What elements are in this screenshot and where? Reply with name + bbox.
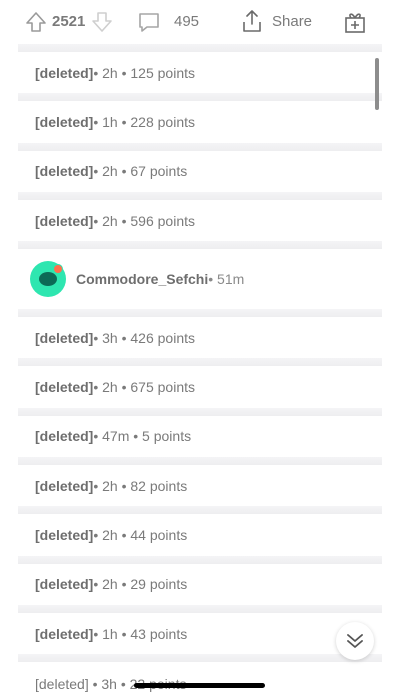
upvote-icon[interactable]	[24, 10, 48, 34]
comment-meta: • 2h • 675 points	[93, 379, 195, 396]
comment-separator	[18, 506, 382, 515]
comment-separator	[18, 93, 382, 102]
double-chevron-down-icon	[347, 634, 363, 648]
comment-meta: • 51m	[208, 271, 245, 288]
speech-bubble-icon[interactable]	[137, 10, 161, 34]
snoo-head-icon	[39, 272, 57, 287]
comment-author[interactable]: [deleted]	[35, 626, 93, 642]
comment-meta: • 2h • 125 points	[93, 64, 195, 81]
comment-separator	[18, 309, 382, 318]
comment-author[interactable]: [deleted]	[35, 379, 93, 395]
comment-header[interactable]: [deleted] • 2h • 596 points	[18, 200, 382, 241]
comment-header[interactable]: [deleted] • 2h • 67 points	[18, 151, 382, 192]
comment-separator	[18, 407, 382, 416]
share-icon[interactable]	[240, 8, 264, 34]
scrollbar[interactable]	[375, 58, 379, 110]
comment-list: [deleted] • 2h • 125 points [deleted] • …	[18, 44, 382, 663]
comment-header[interactable]: [deleted] • 1h • 228 points	[18, 101, 382, 142]
comment-meta: • 1h • 228 points	[93, 113, 195, 130]
home-indicator	[134, 683, 265, 688]
comment-count[interactable]: 495	[174, 13, 199, 30]
comment-header[interactable]: [deleted] • 2h • 29 points	[18, 564, 382, 605]
comment-header[interactable]: [deleted] • 2h • 44 points	[18, 514, 382, 555]
comment-meta: • 47m • 5 points	[93, 428, 192, 445]
post-score: 2521	[52, 13, 86, 30]
comment-meta: • 2h • 44 points	[93, 527, 188, 544]
next-comment-button[interactable]	[336, 622, 374, 660]
comment-separator	[18, 604, 382, 613]
comment-author[interactable]: [deleted]	[35, 428, 93, 444]
comment-author[interactable]: [deleted]	[35, 330, 93, 346]
comment-author[interactable]: [deleted]	[35, 65, 93, 81]
comment-header[interactable]: [deleted] • 2h • 125 points	[18, 52, 382, 93]
comment-meta: • 2h • 596 points	[93, 212, 195, 229]
comment-separator	[18, 191, 382, 200]
comment-header[interactable]: [deleted] • 2h • 82 points	[18, 465, 382, 506]
comment-separator	[18, 654, 382, 663]
comment-separator	[18, 358, 382, 367]
downvote-icon[interactable]	[90, 10, 114, 34]
comment-author[interactable]: [deleted]	[35, 478, 93, 494]
comment-author[interactable]: Commodore_Sefchi	[76, 271, 208, 287]
comment-header[interactable]: [deleted] • 47m • 5 points	[18, 416, 382, 457]
post-action-bar: 2521 495 Share	[0, 0, 400, 44]
avatar[interactable]	[30, 261, 66, 298]
comment-meta: • 3h • 426 points	[93, 329, 195, 346]
gift-icon[interactable]	[343, 9, 367, 35]
user-comment-header[interactable]: Commodore_Sefchi • 51m	[18, 249, 382, 309]
online-dot-icon	[53, 264, 63, 275]
comment-author[interactable]: [deleted]	[35, 527, 93, 543]
comment-header[interactable]: [deleted] • 1h • 43 points	[18, 613, 382, 654]
comment-author[interactable]: [deleted]	[35, 163, 93, 179]
comment-meta: • 2h • 82 points	[93, 477, 188, 494]
comment-author[interactable]: [deleted]	[35, 213, 93, 229]
comment-meta: • 2h • 67 points	[93, 163, 188, 180]
comment-separator	[18, 555, 382, 564]
comment-separator	[18, 142, 382, 151]
comment-author[interactable]: [deleted]	[35, 576, 93, 592]
share-button[interactable]: Share	[272, 13, 312, 30]
comment-separator	[18, 457, 382, 466]
comment-header[interactable]: [deleted] • 2h • 675 points	[18, 366, 382, 407]
comment-separator	[18, 44, 382, 52]
comment-separator	[18, 241, 382, 250]
comment-meta: • 2h • 29 points	[93, 576, 188, 593]
comment-meta: • 1h • 43 points	[93, 625, 188, 642]
comment-header[interactable]: [deleted] • 3h • 426 points	[18, 317, 382, 358]
comment-author[interactable]: [deleted]	[35, 114, 93, 130]
